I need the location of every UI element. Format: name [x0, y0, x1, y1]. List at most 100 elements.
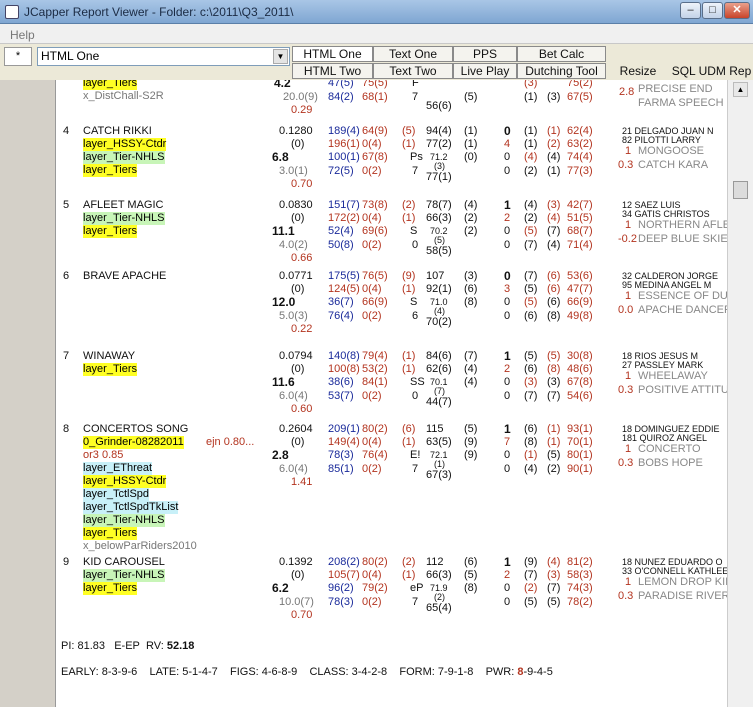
- tab-dutching-tool[interactable]: Dutching Tool: [517, 63, 606, 79]
- cell: 0: [504, 296, 511, 308]
- tab-pps[interactable]: PPS: [453, 46, 517, 62]
- odds: 4.2: [274, 80, 291, 90]
- cell: 78(3): [328, 596, 354, 608]
- cell: (3): [547, 569, 561, 581]
- cell: 208(2): [328, 556, 360, 568]
- cell: 7: [412, 91, 419, 103]
- layer-tag: x_belowParRiders2010: [83, 540, 197, 552]
- pi-rating: PI: 81.83 E-EP RV: 52.18: [61, 640, 194, 653]
- rating-two: 0.3: [618, 457, 634, 469]
- fair-price: 0.66: [291, 252, 313, 264]
- cell: 0: [504, 582, 511, 594]
- layer-tag: layer_Tiers: [83, 164, 137, 177]
- cell: 115: [426, 423, 444, 435]
- cell: (1): [402, 436, 416, 448]
- report-select[interactable]: HTML One ▼: [37, 47, 290, 66]
- cell: (1): [547, 165, 561, 177]
- cell: 100(8): [328, 363, 360, 375]
- cell: 66(9): [362, 296, 388, 308]
- cell: (6): [547, 270, 561, 282]
- sire-name: MONGOOSE: [638, 145, 705, 157]
- cell: (4): [547, 556, 561, 568]
- cell: 92(1): [426, 283, 452, 295]
- cell: 0(2): [362, 596, 382, 608]
- rating-one: 1: [625, 370, 632, 382]
- cell: (9): [524, 556, 538, 568]
- cell: (1): [547, 436, 561, 448]
- cell: 53(2): [362, 363, 388, 375]
- tab-html-one[interactable]: HTML One: [292, 46, 373, 62]
- dam-name: APACHE DANCER: [638, 304, 727, 316]
- cell: (9): [464, 449, 478, 461]
- scroll-up-icon[interactable]: ▲: [733, 82, 748, 97]
- minimize-button[interactable]: –: [680, 2, 701, 19]
- cell: (7): [524, 239, 538, 251]
- cell: 1: [504, 422, 511, 436]
- cell: 70(2): [426, 316, 452, 328]
- tab-text-two[interactable]: Text Two: [373, 63, 453, 79]
- cell: 76(4): [328, 310, 354, 322]
- cell: (8): [464, 296, 478, 308]
- vertical-scrollbar[interactable]: ▲: [727, 80, 753, 707]
- sire-name: CONCERTO: [638, 443, 701, 455]
- sql-udm-report-button[interactable]: SQL UDM Rep: [670, 63, 753, 79]
- morning-line: 6.0(4): [279, 390, 308, 402]
- program-number: 8: [63, 423, 70, 435]
- chevron-down-icon[interactable]: ▼: [273, 49, 288, 64]
- program-number: 9: [63, 556, 70, 568]
- power-rank: (0): [291, 436, 305, 448]
- cell: (1): [402, 212, 416, 224]
- maximize-button[interactable]: □: [702, 2, 723, 19]
- cell: 0: [504, 390, 511, 402]
- resize-button[interactable]: Resize: [606, 63, 670, 79]
- cell: 78(7): [426, 199, 452, 211]
- dam-name: DEEP BLUE SKIES: [638, 233, 727, 245]
- rv-label: RV:: [146, 640, 164, 652]
- rating-one: 1: [625, 443, 632, 455]
- program-number: 6: [63, 270, 70, 282]
- cell: (1): [402, 350, 416, 362]
- cell: 0: [412, 239, 419, 251]
- cell: 196(1): [328, 138, 360, 150]
- cell: (8): [464, 582, 478, 594]
- toolbar: * HTML One ▼ HTML One Text One PPS Bet C…: [0, 44, 753, 80]
- layer-tag: layer_TctlSpd: [83, 488, 150, 501]
- menu-help[interactable]: Help: [10, 28, 35, 42]
- tab-bet-calc[interactable]: Bet Calc: [517, 46, 606, 62]
- cell: 79(4): [362, 350, 388, 362]
- report-select-value: HTML One: [41, 49, 100, 63]
- cell: (2): [402, 199, 416, 211]
- cell: (5): [524, 283, 538, 295]
- cell: 3: [504, 283, 511, 295]
- star-button[interactable]: *: [4, 47, 32, 66]
- cell: 7: [412, 165, 419, 177]
- tab-html-two[interactable]: HTML Two: [292, 63, 373, 79]
- cell: 93(1): [567, 423, 593, 435]
- class-summary: CLASS: 3-4-2-8: [309, 666, 388, 678]
- scroll-thumb[interactable]: [733, 181, 748, 199]
- cell: (7): [464, 350, 478, 362]
- fair-price: 0.70: [291, 178, 313, 190]
- cell: 0: [504, 269, 511, 283]
- layer-tag: layer_Tiers: [83, 80, 137, 90]
- tab-text-one[interactable]: Text One: [373, 46, 453, 62]
- menu-bar: Help: [0, 24, 753, 44]
- cell: 0: [504, 310, 511, 322]
- summary-line: EARLY: 8-3-9-6 LATE: 5-1-4-7 FIGS: 4-6-8…: [61, 666, 553, 679]
- morning-line: 4.0(2): [279, 239, 308, 251]
- cell: 149(4): [328, 436, 360, 448]
- tab-live-play[interactable]: Live Play: [453, 63, 517, 79]
- cell: (3): [464, 270, 478, 282]
- cell: 0: [504, 596, 511, 608]
- cell: 71(4): [567, 239, 593, 251]
- cell: 50(8): [328, 239, 354, 251]
- eep-label: E-EP: [114, 640, 140, 652]
- cell: 62(6): [426, 363, 452, 375]
- cell: E!: [410, 449, 421, 461]
- cell: (2): [547, 138, 561, 150]
- cell: 1: [504, 198, 511, 212]
- cell: 107: [426, 270, 445, 282]
- pwr-label: PWR:: [485, 666, 515, 678]
- close-button[interactable]: ✕: [724, 2, 750, 19]
- fair-price: 0.22: [291, 323, 313, 335]
